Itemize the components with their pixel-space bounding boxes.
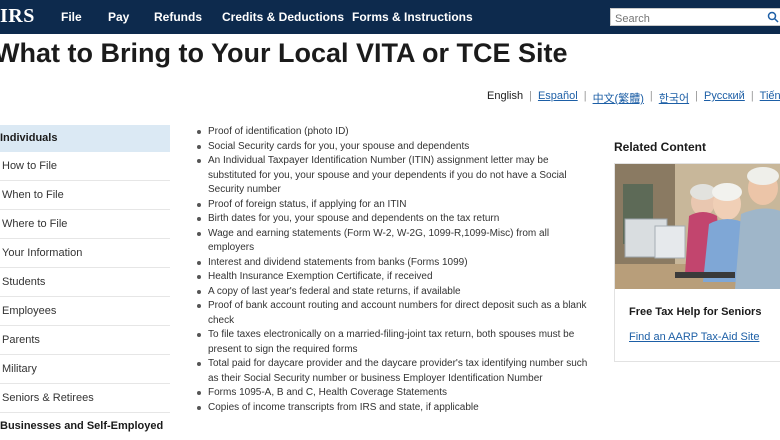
list-item: A copy of last year's federal and state …	[196, 285, 596, 300]
nav-forms-label[interactable]: Forms & Instructions	[352, 10, 473, 24]
list-item: An Individual Taxpayer Identification Nu…	[196, 154, 596, 198]
language-separator: |	[649, 90, 653, 102]
search-input[interactable]	[611, 11, 761, 27]
aarp-tax-aid-link[interactable]: Find an AARP Tax-Aid Site	[615, 331, 780, 361]
search-box[interactable]	[610, 8, 780, 27]
list-item: Interest and dividend statements from ba…	[196, 256, 596, 271]
language-separator: |	[750, 90, 754, 102]
sidebar-item-military[interactable]: Military	[0, 355, 170, 384]
card-heading: Free Tax Help for Seniors	[629, 306, 762, 318]
list-item: Proof of bank account routing and accoun…	[196, 299, 596, 328]
list-item: Forms 1095-A, B and C, Health Coverage S…	[196, 386, 596, 401]
list-item: Proof of foreign status, if applying for…	[196, 198, 596, 213]
sidebar-header-individuals[interactable]: Individuals	[0, 125, 170, 152]
nav-item-forms-instructions[interactable]: Forms & Instructions	[352, 0, 473, 34]
language-current: English	[487, 90, 524, 102]
top-navigation-bar: IRS File Pay Refunds Credits & Deduction…	[0, 0, 780, 34]
list-item: To file taxes electronically on a marrie…	[196, 328, 596, 357]
nav-item-credits-deductions[interactable]: Credits & Deductions	[222, 0, 344, 34]
sidebar-item-students[interactable]: Students	[0, 268, 170, 297]
list-item: Wage and earning statements (Form W-2, W…	[196, 227, 596, 256]
sidebar-item-where-to-file[interactable]: Where to File	[0, 210, 170, 239]
sidebar-item-seniors-retirees[interactable]: Seniors & Retirees	[0, 384, 170, 413]
nav-file-label[interactable]: File	[61, 10, 82, 24]
list-item: Copies of income transcripts from IRS an…	[196, 401, 596, 416]
checklist-section: Proof of identification (photo ID) Socia…	[196, 125, 596, 415]
language-separator: |	[529, 90, 532, 102]
sidebar-item-employees[interactable]: Employees	[0, 297, 170, 326]
irs-logo[interactable]: IRS	[0, 5, 35, 28]
sidebar-item-how-to-file[interactable]: How to File	[0, 152, 170, 181]
sidebar-item-parents[interactable]: Parents	[0, 326, 170, 355]
language-link-spanish[interactable]: Español	[538, 90, 578, 106]
sidebar-item-your-information[interactable]: Your Information	[0, 239, 170, 268]
language-link-vietnamese[interactable]: Tiếng	[760, 90, 780, 106]
seniors-computer-photo	[615, 164, 780, 289]
language-link-chinese[interactable]: 中文(繁體)	[593, 90, 644, 106]
sidebar-item-when-to-file[interactable]: When to File	[0, 181, 170, 210]
language-selector: English | Español | 中文(繁體) | 한국어 | Русск…	[487, 90, 780, 106]
nav-pay-label[interactable]: Pay	[108, 10, 129, 24]
nav-refunds-label[interactable]: Refunds	[154, 10, 202, 24]
language-link-russian[interactable]: Русский	[704, 90, 745, 106]
list-item: Birth dates for you, your spouse and dep…	[196, 212, 596, 227]
list-item: Total paid for daycare provider and the …	[196, 357, 596, 386]
language-link-korean[interactable]: 한국어	[659, 90, 689, 106]
nav-item-pay[interactable]: Pay	[108, 0, 129, 34]
nav-credits-label[interactable]: Credits & Deductions	[222, 10, 344, 24]
related-content: Related Content Free Tax Help for Senior…	[614, 140, 780, 362]
related-card: Free Tax Help for Seniors Find an AARP T…	[614, 163, 780, 362]
page-title: What to Bring to Your Local VITA or TCE …	[0, 38, 568, 68]
list-item: Health Insurance Exemption Certificate, …	[196, 270, 596, 285]
search-icon[interactable]	[767, 11, 779, 23]
sidebar-nav: Individuals How to File When to File Whe…	[0, 125, 170, 439]
nav-item-file[interactable]: File	[61, 0, 82, 34]
related-content-title: Related Content	[614, 140, 707, 154]
sidebar-header-businesses[interactable]: Businesses and Self-Employed	[0, 413, 170, 439]
language-separator: |	[695, 90, 698, 102]
list-item: Social Security cards for you, your spou…	[196, 140, 596, 155]
nav-item-refunds[interactable]: Refunds	[154, 0, 202, 34]
list-item: Proof of identification (photo ID)	[196, 125, 596, 140]
checklist: Proof of identification (photo ID) Socia…	[196, 125, 596, 415]
language-separator: |	[583, 90, 587, 102]
